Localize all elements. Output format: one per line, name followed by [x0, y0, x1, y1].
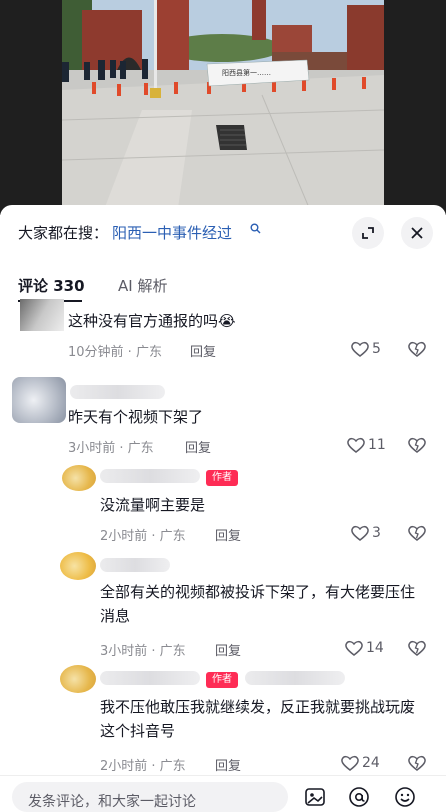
- video-letterbox-left: [0, 0, 62, 215]
- comment-sheet: 大家都在搜： 阳西一中事件经过 评论 330 AI 解析 这种没有官方通报的吗😭…: [0, 205, 446, 800]
- expand-icon: [362, 227, 374, 239]
- dislike-icon: [408, 755, 426, 771]
- search-suggestion-row: 大家都在搜： 阳西一中事件经过: [0, 205, 446, 257]
- comment-meta: 3小时前 · 广东: [100, 644, 186, 659]
- dislike-icon: [408, 525, 426, 541]
- reply-button[interactable]: 回复: [190, 341, 216, 360]
- dislike-button[interactable]: [407, 754, 429, 776]
- like-count: 5: [372, 341, 381, 357]
- search-suggestion-link[interactable]: 阳西一中事件经过: [112, 222, 232, 243]
- tab-comments[interactable]: 评论 330: [18, 275, 85, 296]
- video-player[interactable]: 阳西县第一……: [0, 0, 446, 215]
- like-count: 11: [368, 437, 386, 453]
- reply-button[interactable]: 回复: [185, 437, 211, 456]
- author-badge: 作者: [206, 470, 238, 486]
- close-button[interactable]: [401, 217, 433, 249]
- like-button[interactable]: 14: [344, 638, 404, 660]
- heart-icon: [351, 341, 369, 357]
- like-button[interactable]: 3: [350, 523, 410, 545]
- dislike-icon: [408, 640, 426, 656]
- comment-meta: 2小时前 · 广东: [100, 759, 186, 774]
- avatar[interactable]: [12, 377, 66, 423]
- author-badge: 作者: [206, 672, 238, 688]
- dislike-button[interactable]: [407, 524, 429, 546]
- comment-input-placeholder: 发条评论，和大家一起讨论: [28, 794, 196, 810]
- comment-input-bar: 发条评论，和大家一起讨论: [0, 775, 446, 812]
- image-icon[interactable]: [304, 786, 326, 808]
- comment-input[interactable]: 发条评论，和大家一起讨论: [12, 782, 288, 812]
- username-blurred[interactable]: [100, 671, 200, 685]
- heart-icon: [351, 525, 369, 541]
- video-frame: 阳西县第一……: [62, 0, 384, 215]
- username-blurred[interactable]: [70, 385, 165, 399]
- reply-button[interactable]: 回复: [215, 755, 241, 774]
- dislike-button[interactable]: [407, 639, 429, 661]
- comment-text: 没流量啊主要是: [100, 496, 206, 514]
- username-blurred[interactable]: [100, 558, 170, 572]
- comment-meta: 10分钟前 · 广东: [68, 345, 162, 360]
- reply-button[interactable]: 回复: [215, 640, 241, 659]
- like-count: 14: [366, 640, 384, 656]
- search-prefix-label: 大家都在搜：: [18, 224, 109, 242]
- comment-meta: 2小时前 · 广东: [100, 529, 186, 544]
- emoji-icon[interactable]: [394, 786, 416, 808]
- reply-target-blurred[interactable]: [245, 671, 345, 685]
- comment-text: 全部有关的视频都被投诉下架了，有大佬要压住消息: [100, 583, 416, 625]
- dislike-button[interactable]: [407, 340, 429, 362]
- heart-icon: [347, 437, 365, 453]
- dislike-icon: [408, 437, 426, 453]
- avatar[interactable]: [60, 552, 96, 580]
- comment-text: 昨天有个视频下架了: [68, 408, 204, 426]
- dislike-button[interactable]: [407, 436, 429, 458]
- search-small-icon: [250, 223, 261, 237]
- like-count: 3: [372, 525, 381, 541]
- avatar[interactable]: [20, 299, 64, 331]
- avatar[interactable]: [60, 665, 96, 693]
- heart-icon: [345, 640, 363, 656]
- comment-text: 这种没有官方通报的吗😭: [68, 312, 236, 330]
- banner-text: 阳西县第一……: [222, 68, 271, 77]
- tab-ai-analysis[interactable]: AI 解析: [118, 275, 167, 296]
- heart-icon: [341, 755, 359, 771]
- dislike-icon: [408, 341, 426, 357]
- like-count: 24: [362, 755, 380, 771]
- comment-text: 我不压他敢压我就继续发，反正我就要挑战玩废这个抖音号: [100, 698, 416, 740]
- at-icon[interactable]: [348, 786, 370, 808]
- avatar[interactable]: [62, 465, 96, 491]
- like-button[interactable]: 24: [340, 753, 400, 775]
- comment-tabs: 评论 330 AI 解析: [0, 269, 446, 303]
- like-button[interactable]: 5: [350, 339, 410, 361]
- close-icon: [411, 227, 423, 239]
- expand-button[interactable]: [352, 217, 384, 249]
- video-letterbox-right: [384, 0, 446, 215]
- reply-button[interactable]: 回复: [215, 525, 241, 544]
- comment-meta: 3小时前 · 广东: [68, 441, 154, 456]
- username-blurred[interactable]: [100, 469, 200, 483]
- like-button[interactable]: 11: [346, 435, 406, 457]
